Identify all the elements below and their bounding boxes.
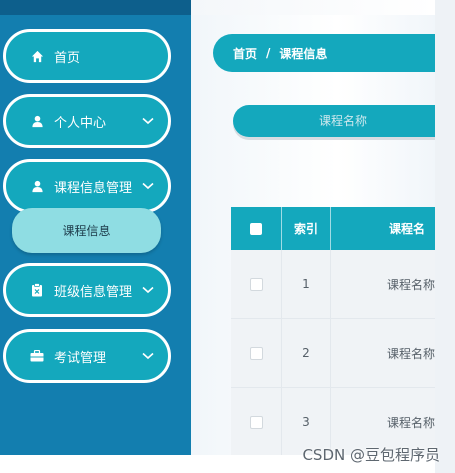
- chevron-down-icon: [142, 182, 154, 190]
- sidebar-item-label: 首页: [54, 50, 81, 66]
- sidebar-item-home[interactable]: 首页: [3, 29, 171, 83]
- header-course-name: 课程名: [389, 222, 426, 236]
- sidebar-subitem-course-info[interactable]: 课程信息: [12, 208, 161, 253]
- user-icon: [30, 114, 44, 128]
- table-row: 1 课程名称: [231, 250, 435, 319]
- row-checkbox[interactable]: [249, 346, 263, 360]
- row-index: 1: [281, 250, 331, 318]
- briefcase-icon: [30, 349, 44, 363]
- sidebar-subitem-label: 课程信息: [62, 224, 111, 238]
- main-content: 首页 / 课程信息 索引 课程名 1 课程名称 2 课程名称 3 课程名称: [191, 15, 435, 455]
- row-course-name: 课程名称: [387, 277, 435, 292]
- header-checkbox-cell: [231, 207, 281, 250]
- table-row: 2 课程名称: [231, 319, 435, 388]
- breadcrumb-current: 课程信息: [279, 46, 328, 61]
- sidebar-item-course-management[interactable]: 课程信息管理: [3, 159, 171, 213]
- sidebar-item-class-management[interactable]: 班级信息管理: [3, 263, 171, 317]
- sidebar-item-label: 课程信息管理: [54, 180, 133, 196]
- sidebar-item-label: 考试管理: [54, 350, 107, 366]
- row-checkbox-cell: [231, 319, 281, 387]
- watermark: CSDN @豆包程序员: [302, 446, 440, 464]
- sidebar-item-label: 个人中心: [54, 115, 107, 131]
- row-course-name: 课程名称: [387, 346, 435, 361]
- sidebar-item-label: 班级信息管理: [54, 284, 133, 300]
- header-index: 索引: [281, 207, 331, 250]
- row-index: 2: [281, 319, 331, 387]
- row-checkbox-cell: [231, 388, 281, 455]
- row-checkbox[interactable]: [249, 415, 263, 429]
- page-edge: [435, 0, 455, 473]
- sidebar-item-profile[interactable]: 个人中心: [3, 94, 171, 148]
- chevron-down-icon: [142, 117, 154, 125]
- table-header: 索引 课程名: [231, 207, 435, 250]
- home-icon: [30, 49, 44, 63]
- breadcrumb-separator: /: [266, 46, 271, 60]
- breadcrumb: 首页 / 课程信息: [213, 34, 435, 72]
- user-icon: [30, 179, 44, 193]
- chevron-down-icon: [142, 352, 154, 360]
- sidebar-item-exam-management[interactable]: 考试管理: [3, 329, 171, 383]
- breadcrumb-home[interactable]: 首页: [233, 45, 257, 62]
- row-checkbox-cell: [231, 250, 281, 318]
- row-checkbox[interactable]: [249, 277, 263, 291]
- top-strip: [0, 0, 435, 15]
- select-all-checkbox[interactable]: [250, 222, 262, 235]
- clipboard-icon: [30, 283, 44, 297]
- course-name-search-input[interactable]: [233, 105, 435, 137]
- chevron-down-icon: [142, 286, 154, 294]
